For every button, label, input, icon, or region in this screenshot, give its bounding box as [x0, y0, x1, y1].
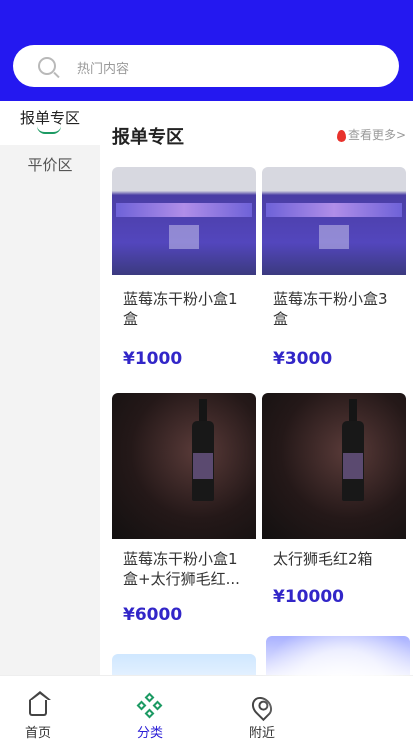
sidebar-item-label: 报单专区	[19, 109, 80, 127]
product-price: ¥1000	[123, 349, 183, 369]
fire-icon	[336, 129, 346, 142]
tab-label: 首页	[24, 726, 51, 741]
header: 热门内容	[0, 0, 413, 101]
product-image	[262, 167, 406, 275]
product-panel: 报单专区 查看更多> 蓝莓冻干粉小盒1盒 ¥1000 蓝莓冻干粉小盒3盒 ¥30…	[100, 101, 413, 675]
product-title: 蓝莓冻干粉小盒1盒+太行狮毛红...	[123, 550, 240, 588]
product-card[interactable]: 蓝莓冻干粉小盒1盒 ¥1000	[112, 167, 256, 369]
sidebar-item-label: 平价区	[27, 156, 73, 174]
product-title: 蓝莓冻干粉小盒1盒	[123, 290, 238, 328]
product-card[interactable]: 蓝莓冻干粉小盒1盒+太行狮毛红... ¥6000	[112, 393, 256, 625]
sidebar-item-report[interactable]: 报单专区	[0, 101, 100, 145]
category-sidebar: 报单专区 平价区	[0, 101, 100, 675]
view-more-label: 查看更多>	[347, 128, 406, 142]
tab-category[interactable]: 分类	[115, 692, 185, 741]
search-icon	[38, 57, 56, 75]
product-card[interactable]: 太行狮毛红2箱 ¥10000	[262, 393, 406, 607]
search-input[interactable]: 热门内容	[77, 58, 129, 77]
product-title: 太行狮毛红2箱	[273, 550, 373, 568]
product-card[interactable]: 蓝莓冻干粉小盒3盒 ¥3000	[262, 167, 406, 369]
product-price: ¥3000	[273, 349, 333, 369]
product-card-peek[interactable]	[112, 654, 256, 675]
tab-label: 分类	[136, 726, 163, 741]
tab-home[interactable]: 首页	[3, 691, 73, 741]
product-image	[112, 393, 256, 539]
category-icon	[136, 692, 163, 719]
home-icon	[29, 691, 51, 716]
product-title: 蓝莓冻干粉小盒3盒	[273, 290, 388, 328]
product-image	[112, 167, 256, 275]
view-more-link[interactable]: 查看更多>	[336, 126, 406, 143]
product-price: ¥6000	[123, 605, 183, 625]
product-price: ¥10000	[273, 587, 344, 607]
sidebar-item-budget[interactable]: 平价区	[0, 148, 100, 192]
section-title: 报单专区	[112, 127, 184, 148]
active-indicator	[37, 126, 61, 134]
search-bar[interactable]: 热门内容	[13, 45, 399, 87]
product-image	[262, 393, 406, 539]
